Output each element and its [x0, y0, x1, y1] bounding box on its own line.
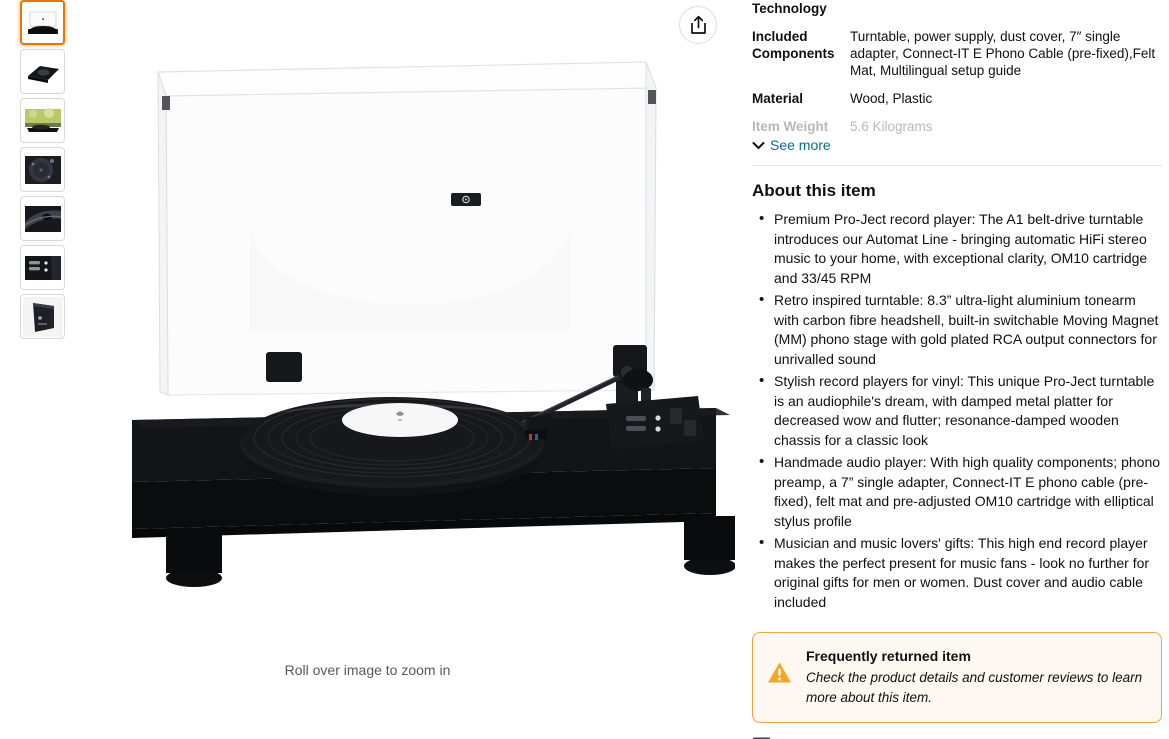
section-divider [752, 165, 1162, 166]
frequently-returned-title: Frequently returned item [806, 648, 971, 664]
about-bullet: Musician and music lovers' gifts: This h… [752, 533, 1162, 612]
spec-label: Item Weight [752, 119, 829, 134]
specification-table: Technology Included Components Turntable… [752, 0, 1162, 166]
thumbnail-top-angle[interactable] [20, 49, 65, 94]
about-bullet: Premium Pro-Ject record player: The A1 b… [752, 209, 1162, 288]
thumbnail-tonearm-detail[interactable] [20, 196, 65, 241]
spec-value: Wood, Plastic [850, 91, 933, 106]
brand-badge [451, 193, 481, 206]
about-this-item-title: About this item [752, 181, 876, 200]
product-detail-page: Roll over image to zoom in Technology In… [0, 0, 1169, 739]
frequently-returned-alert: Frequently returned item Check the produ… [752, 632, 1162, 723]
frequently-returned-body: Check the product details and customer r… [806, 670, 1143, 705]
thumbnail-strip [20, 0, 68, 343]
main-image-wrapper[interactable] [70, 0, 735, 640]
rollover-zoom-hint: Roll over image to zoom in [284, 662, 451, 678]
about-bullet: Stylish record players for vinyl: This u… [752, 371, 1162, 450]
spec-label: Material [752, 91, 804, 106]
thumbnail-platter-closeup[interactable] [20, 147, 65, 192]
share-icon [690, 15, 706, 34]
spec-label: Technology [752, 1, 827, 16]
chevron-down-icon [752, 137, 765, 153]
thumbnail-front-with-dustcover[interactable] [20, 0, 65, 45]
see-more-specs-button[interactable]: See more [752, 137, 1162, 153]
spec-value: 5.6 Kilograms [850, 119, 933, 134]
warning-triangle-icon [767, 647, 792, 689]
spec-row: Item Weight 5.6 Kilograms [752, 118, 1162, 135]
share-button[interactable] [679, 6, 717, 44]
spec-value [850, 0, 1162, 17]
thumbnail-controls-detail[interactable] [20, 245, 65, 290]
thumbnail-lifestyle-outdoor[interactable] [20, 98, 65, 143]
about-this-item-list: Premium Pro-Ject record player: The A1 b… [752, 209, 1162, 612]
about-bullet: Handmade audio player: With high quality… [752, 452, 1162, 531]
see-more-label: See more [770, 137, 831, 153]
image-gallery: Roll over image to zoom in [0, 0, 745, 739]
spec-row: Material Wood, Plastic [752, 90, 1162, 107]
about-bullet: Retro inspired turntable: 8.3” ultra-lig… [752, 290, 1162, 369]
spec-value: Turntable, power supply, dust cover, 7″ … [850, 29, 1156, 78]
spec-label: Included Components [752, 29, 835, 61]
spec-row: Technology [752, 0, 1162, 17]
thumbnail-dustcover-alone[interactable] [20, 294, 65, 339]
main-product-image[interactable] [70, 0, 735, 620]
frequently-returned-text: Frequently returned item Check the produ… [806, 647, 1145, 708]
spec-row: Included Components Turntable, power sup… [752, 28, 1162, 79]
product-details-column: Technology Included Components Turntable… [752, 0, 1162, 739]
